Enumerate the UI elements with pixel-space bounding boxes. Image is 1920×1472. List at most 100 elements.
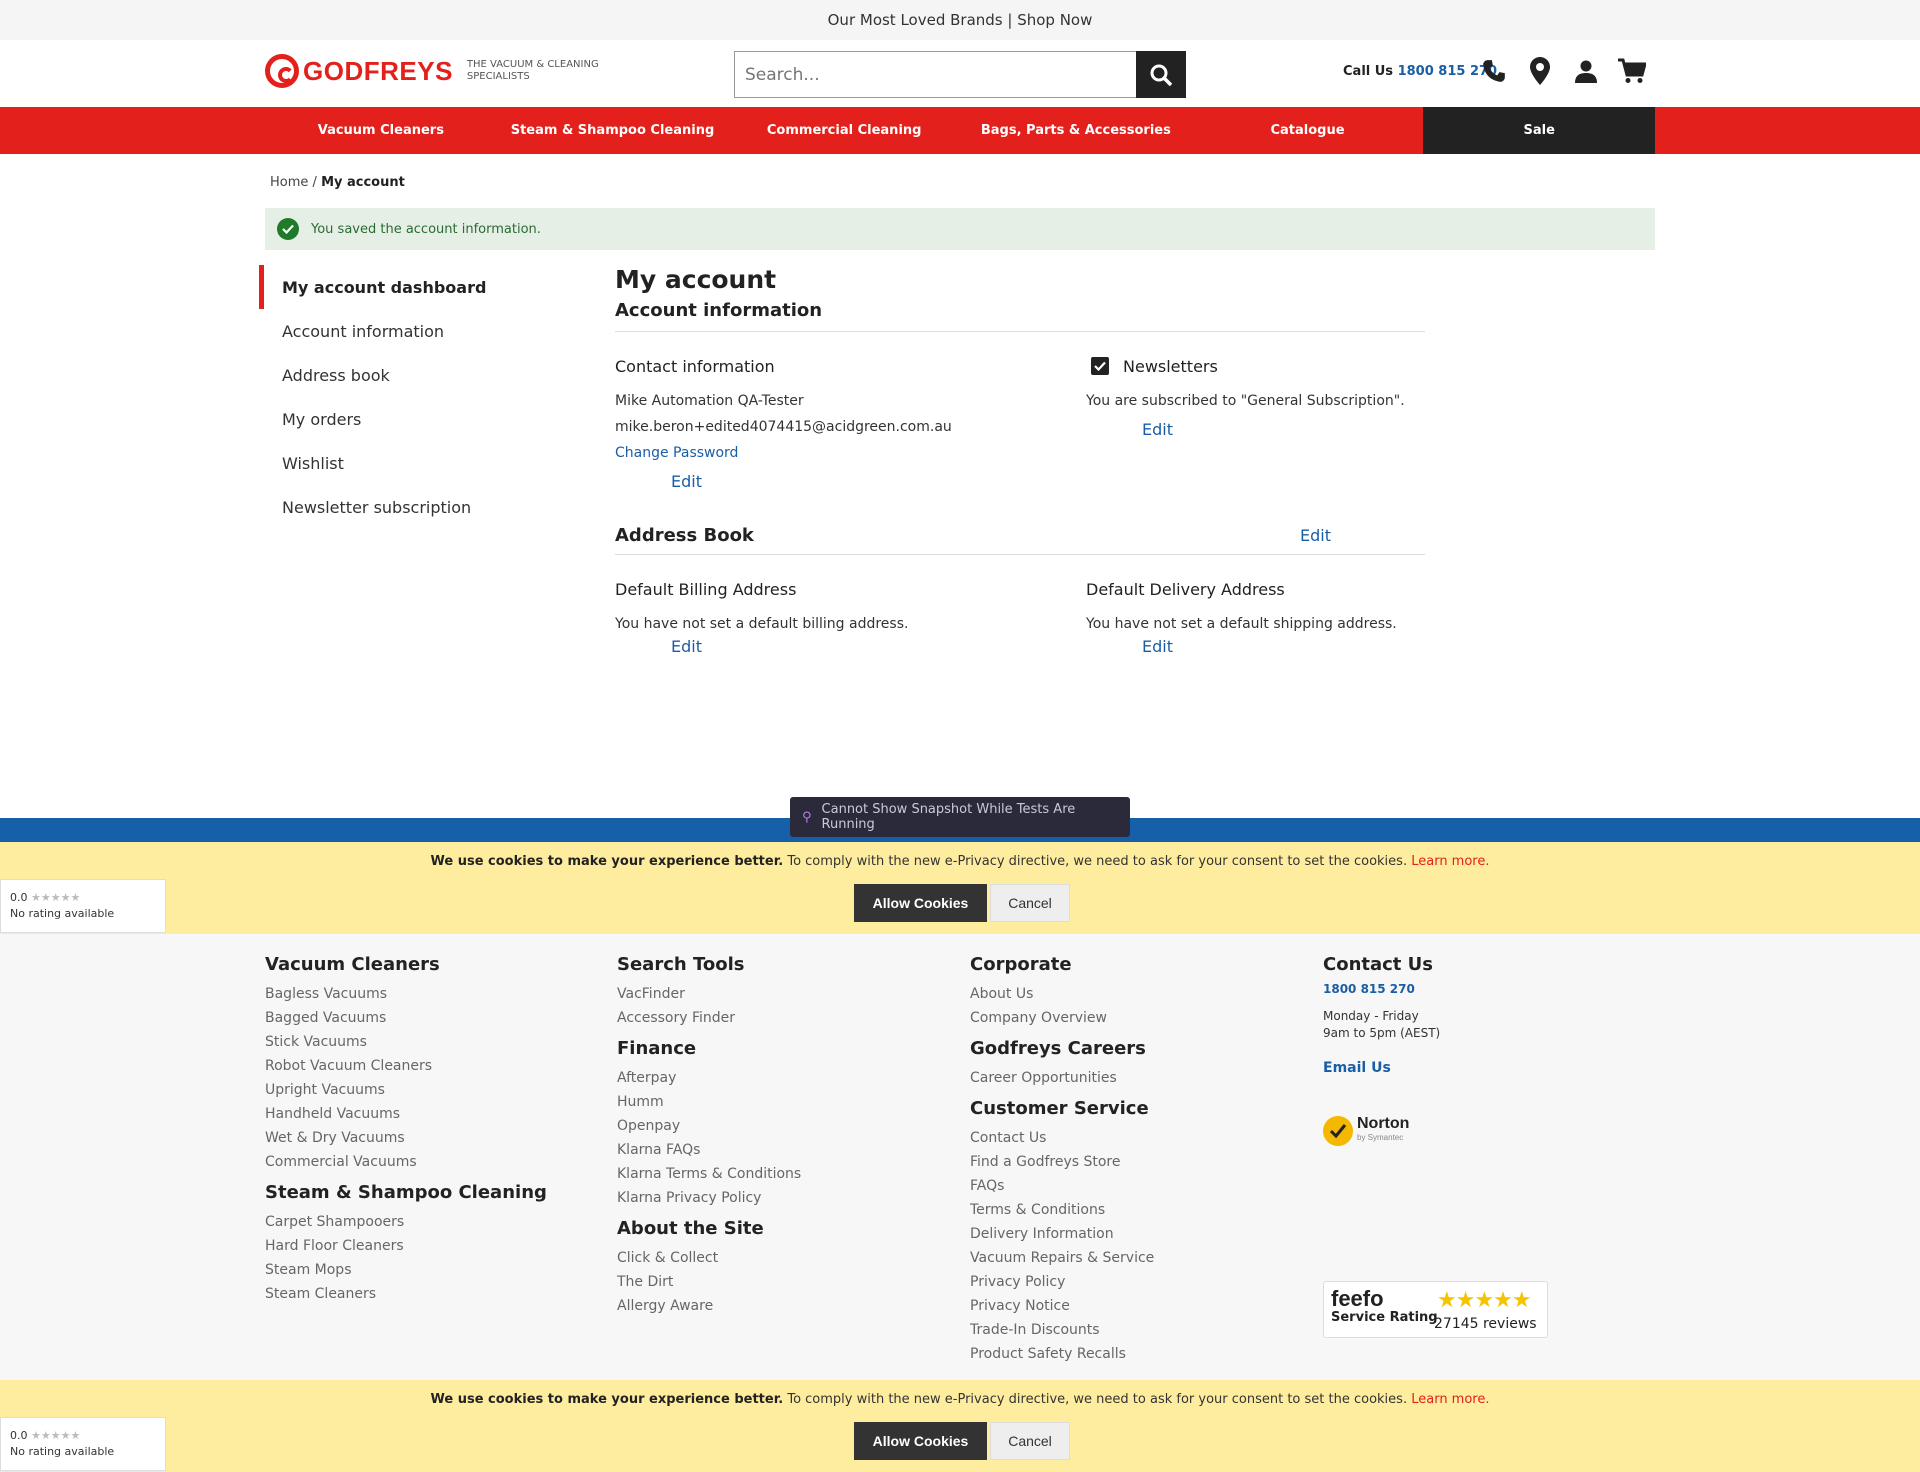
nav-steam-shampoo[interactable]: Steam & Shampoo Cleaning [497, 107, 729, 154]
breadcrumb-separator: / [312, 175, 317, 190]
footer-link[interactable]: Privacy Policy [970, 1270, 1310, 1294]
footer-link[interactable]: Afterpay [617, 1066, 957, 1090]
footer-link[interactable]: Product Safety Recalls [970, 1342, 1310, 1366]
footer-link[interactable]: FAQs [970, 1174, 1310, 1198]
sidebar-item-newsletter[interactable]: Newsletter subscription [259, 485, 559, 529]
footer-heading: Search Tools [617, 954, 745, 975]
footer-link[interactable]: Klarna Terms & Conditions [617, 1162, 957, 1186]
customer-email: mike.beron+edited4074415@acidgreen.com.a… [615, 419, 952, 435]
cart-icon[interactable] [1618, 54, 1646, 88]
footer-link[interactable]: Accessory Finder [617, 1006, 957, 1030]
nav-commercial-cleaning[interactable]: Commercial Cleaning [728, 107, 960, 154]
cancel-cookies-button[interactable]: Cancel [990, 884, 1070, 922]
footer-link[interactable]: Click & Collect [617, 1246, 957, 1270]
snapshot-text: Cannot Show Snapshot While Tests Are Run… [821, 802, 1076, 832]
edit-billing-link[interactable]: Edit [615, 637, 1086, 656]
footer-link[interactable]: Openpay [617, 1114, 957, 1138]
sidebar-item-my-orders[interactable]: My orders [259, 397, 559, 441]
nav-sale[interactable]: Sale [1423, 107, 1656, 154]
sidebar-item-dashboard[interactable]: My account dashboard [259, 265, 559, 309]
search-icon [1150, 64, 1173, 86]
account-info-heading: Account information [615, 300, 1425, 332]
cookie-text: To comply with the new e-Privacy directi… [783, 854, 1412, 869]
promo-bar[interactable]: Our Most Loved Brands | Shop Now [0, 0, 1920, 40]
account-sidebar: My account dashboard Account information… [259, 265, 559, 529]
cookie-learn-more[interactable]: Learn more. [1411, 1392, 1489, 1407]
rating-score: 0.0 [10, 891, 28, 904]
account-icon[interactable] [1572, 54, 1600, 88]
footer-link[interactable]: Humm [617, 1090, 957, 1114]
sidebar-item-address-book[interactable]: Address book [259, 353, 559, 397]
footer-link[interactable]: About Us [970, 982, 1310, 1006]
phone-icon[interactable] [1480, 54, 1508, 88]
footer-link[interactable]: Bagged Vacuums [265, 1006, 605, 1030]
footer-link[interactable]: Trade-In Discounts [970, 1318, 1310, 1342]
search-button[interactable] [1136, 51, 1186, 98]
footer-heading: About the Site [617, 1218, 764, 1239]
footer-link[interactable]: Terms & Conditions [970, 1198, 1310, 1222]
footer-heading: Customer Service [970, 1098, 1149, 1119]
promo-text[interactable]: Our Most Loved Brands | Shop Now [828, 11, 1093, 29]
footer-link[interactable]: Career Opportunities [970, 1066, 1310, 1090]
breadcrumb-current: My account [321, 175, 405, 190]
cookie-bold: We use cookies to make your experience b… [430, 1392, 784, 1407]
godfreys-logo[interactable]: GODFREYS THE VACUUM & CLEANING SPECIALIS… [265, 54, 607, 88]
footer-link[interactable]: Commercial Vacuums [265, 1150, 605, 1174]
newsletter-checkbox[interactable] [1091, 357, 1109, 375]
rating-widget[interactable]: 0.0 ★★★★★ No rating available [0, 879, 166, 933]
cookie-notice: We use cookies to make your experience b… [0, 842, 1920, 934]
edit-contact-link[interactable]: Edit [615, 472, 1086, 491]
nav-catalogue[interactable]: Catalogue [1192, 107, 1424, 154]
address-book-header: Address Book Edit [615, 525, 1425, 555]
footer-link[interactable]: Stick Vacuums [265, 1030, 605, 1054]
footer-link[interactable]: Steam Cleaners [265, 1282, 605, 1306]
location-pin-icon[interactable] [1526, 54, 1554, 88]
feefo-reviews: 27145 reviews [1434, 1316, 1537, 1332]
footer-email-link[interactable]: Email Us [1323, 1060, 1663, 1076]
rating-stars-icon: ★★★★★ [31, 891, 81, 904]
footer-link[interactable]: Klarna FAQs [617, 1138, 957, 1162]
feefo-badge[interactable]: feefo Service Rating ★★★★★ 27145 reviews [1323, 1281, 1548, 1338]
footer-link[interactable]: Contact Us [970, 1126, 1310, 1150]
breadcrumb-home[interactable]: Home [270, 175, 308, 190]
sidebar-item-account-information[interactable]: Account information [259, 309, 559, 353]
footer-link[interactable]: Vacuum Repairs & Service [970, 1246, 1310, 1270]
footer-link[interactable]: Delivery Information [970, 1222, 1310, 1246]
nav-vacuum-cleaners[interactable]: Vacuum Cleaners [265, 107, 497, 154]
footer-phone-link[interactable]: 1800 815 270 [1323, 982, 1663, 996]
footer-link[interactable]: Privacy Notice [970, 1294, 1310, 1318]
manage-addresses-link[interactable]: Edit [1244, 526, 1425, 545]
footer-link[interactable]: Robot Vacuum Cleaners [265, 1054, 605, 1078]
footer-link[interactable]: Upright Vacuums [265, 1078, 605, 1102]
footer-link[interactable]: Company Overview [970, 1006, 1310, 1030]
footer-link[interactable]: The Dirt [617, 1270, 957, 1294]
nav-bags-parts[interactable]: Bags, Parts & Accessories [960, 107, 1192, 154]
norton-badge[interactable]: Norton by Symantec [1323, 1116, 1663, 1146]
footer-link[interactable]: Klarna Privacy Policy [617, 1186, 957, 1210]
edit-delivery-link[interactable]: Edit [1086, 637, 1425, 656]
default-delivery-box: Default Delivery Address You have not se… [1086, 555, 1425, 657]
cancel-cookies-button[interactable]: Cancel [990, 1422, 1070, 1460]
address-book-heading: Address Book [615, 525, 754, 546]
change-password-link[interactable]: Change Password [615, 445, 738, 461]
success-message: You saved the account information. [265, 208, 1655, 250]
edit-newsletter-link[interactable]: Edit [1086, 420, 1425, 439]
footer-link[interactable]: Carpet Shampooers [265, 1210, 605, 1234]
footer-link[interactable]: VacFinder [617, 982, 957, 1006]
footer-link[interactable]: Find a Godfreys Store [970, 1150, 1310, 1174]
footer-link[interactable]: Wet & Dry Vacuums [265, 1126, 605, 1150]
sidebar-item-wishlist[interactable]: Wishlist [259, 441, 559, 485]
allow-cookies-button[interactable]: Allow Cookies [854, 884, 987, 922]
search-input[interactable] [734, 51, 1136, 98]
footer-link[interactable]: Handheld Vacuums [265, 1102, 605, 1126]
footer-heading: Godfreys Careers [970, 1038, 1146, 1059]
logo-mark-icon [265, 54, 299, 88]
footer-link[interactable]: Hard Floor Cleaners [265, 1234, 605, 1258]
footer-link[interactable]: Allergy Aware [617, 1294, 957, 1318]
page-title: My account [615, 265, 777, 294]
rating-widget-bottom[interactable]: 0.0 ★★★★★ No rating available [0, 1417, 166, 1471]
cookie-learn-more[interactable]: Learn more. [1411, 854, 1489, 869]
footer-link[interactable]: Bagless Vacuums [265, 982, 605, 1006]
footer-link[interactable]: Steam Mops [265, 1258, 605, 1282]
allow-cookies-button[interactable]: Allow Cookies [854, 1422, 987, 1460]
